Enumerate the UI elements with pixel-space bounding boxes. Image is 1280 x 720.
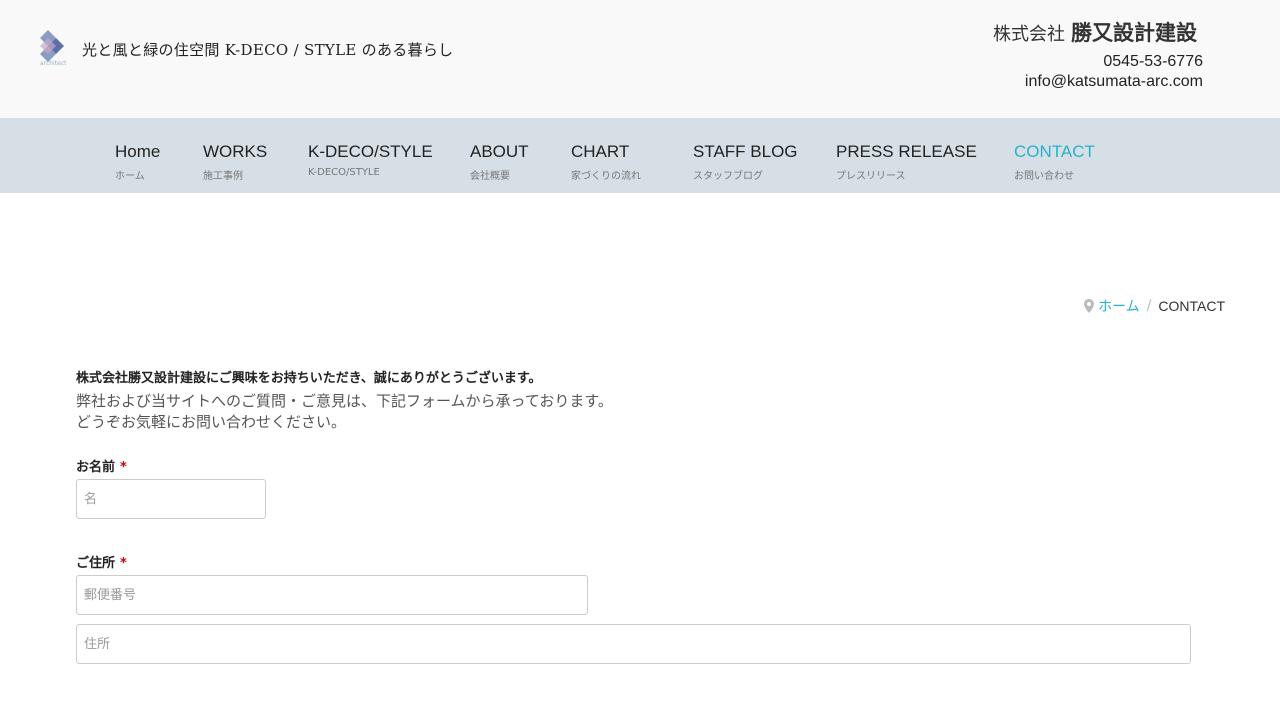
nav-sublabel: お問い合わせ — [1014, 171, 1074, 182]
name-label-text: お名前 — [76, 460, 116, 475]
breadcrumb-current: CONTACT — [1158, 298, 1225, 314]
nav-label: STAFF BLOG — [693, 142, 798, 161]
address-field-label: ご住所 * — [76, 552, 127, 571]
nav-sublabel: プレスリリース — [836, 171, 906, 182]
map-pin-icon — [1084, 299, 1095, 313]
phone-number[interactable]: 0545-53-6776 — [1103, 53, 1203, 71]
intro-heading: 株式会社勝又設計建設にご興味をお持ちいただき、誠にありがとうございます。 — [76, 371, 542, 386]
name-input[interactable] — [76, 479, 266, 519]
breadcrumb-separator: / — [1146, 298, 1152, 314]
address-label-text: ご住所 — [76, 556, 116, 571]
nav-item-kdeco-style[interactable]: K-DECO/STYLE K-DECO/STYLE — [308, 142, 433, 178]
required-mark: * — [120, 556, 127, 571]
nav-label: K-DECO/STYLE — [308, 142, 433, 161]
breadcrumb: ホーム / CONTACT — [1084, 296, 1225, 316]
main-nav: Home ホーム WORKS 施工事例 K-DECO/STYLE K-DECO/… — [0, 118, 1280, 193]
breadcrumb-home-link[interactable]: ホーム — [1098, 296, 1140, 316]
intro-text-2: どうぞお気軽にお問い合わせください。 — [76, 413, 347, 431]
nav-label: CHART — [571, 142, 630, 161]
nav-label: CONTACT — [1014, 142, 1095, 161]
nav-label: ABOUT — [470, 142, 529, 161]
nav-item-works[interactable]: WORKS 施工事例 — [203, 142, 267, 182]
company-title: 勝又設計建設 — [1071, 21, 1197, 45]
nav-label: WORKS — [203, 142, 268, 161]
nav-sublabel: 会社概要 — [470, 171, 510, 182]
required-mark: * — [120, 460, 127, 475]
postal-code-input[interactable] — [76, 575, 588, 615]
site-tagline: 光と風と緑の住空間 K-DECO / STYLE のある暮らし — [82, 41, 454, 59]
nav-item-contact[interactable]: CONTACT お問い合わせ — [1014, 142, 1095, 182]
nav-sublabel: スタッフブログ — [693, 171, 763, 182]
nav-item-chart[interactable]: CHART 家づくりの流れ — [571, 142, 641, 182]
company-logo-icon[interactable]: architect — [36, 28, 76, 66]
nav-sublabel: 施工事例 — [203, 171, 243, 182]
nav-item-staff-blog[interactable]: STAFF BLOG スタッフブログ — [693, 142, 798, 182]
nav-item-home[interactable]: Home ホーム — [115, 142, 160, 182]
name-field-label: お名前 * — [76, 456, 127, 475]
svg-text:architect: architect — [40, 60, 67, 66]
nav-item-about[interactable]: ABOUT 会社概要 — [470, 142, 529, 182]
address-input[interactable] — [76, 624, 1191, 664]
nav-item-press-release[interactable]: PRESS RELEASE プレスリリース — [836, 142, 977, 182]
nav-label: PRESS RELEASE — [836, 142, 977, 161]
nav-sublabel: K-DECO/STYLE — [308, 167, 380, 178]
company-prefix: 株式会社 — [993, 24, 1065, 45]
nav-sublabel: 家づくりの流れ — [571, 171, 641, 182]
email-address[interactable]: info@katsumata-arc.com — [1025, 73, 1203, 91]
company-name: 株式会社 勝又設計建設 — [993, 17, 1197, 47]
intro-text-1: 弊社および当サイトへのご質問・ご意見は、下記フォームから承っております。 — [76, 392, 613, 410]
site-header: architect 光と風と緑の住空間 K-DECO / STYLE のある暮ら… — [0, 0, 1280, 118]
nav-sublabel: ホーム — [115, 171, 145, 182]
nav-label: Home — [115, 142, 161, 161]
